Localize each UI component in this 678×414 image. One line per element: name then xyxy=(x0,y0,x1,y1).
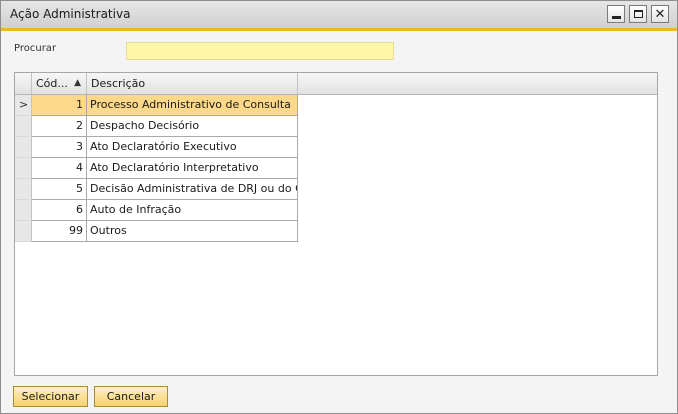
search-input[interactable] xyxy=(126,42,394,60)
results-grid: Cód... ▲ Descrição >1 Processo Administra… xyxy=(14,72,658,376)
window-title: Ação Administrativa xyxy=(10,7,131,21)
search-label: Procurar xyxy=(14,43,57,54)
cell-code[interactable]: 5 xyxy=(32,179,87,200)
cell-code[interactable]: 3 xyxy=(32,137,87,158)
cell-description[interactable]: Ato Declaratório Executivo xyxy=(87,137,298,158)
column-header-description-label: Descrição xyxy=(91,77,146,90)
sort-ascending-icon: ▲ xyxy=(74,78,81,88)
cell-description[interactable]: Auto de Infração xyxy=(87,200,298,221)
row-selector[interactable] xyxy=(15,158,32,179)
minimize-button[interactable] xyxy=(607,5,625,23)
cancel-button[interactable]: Cancelar xyxy=(94,386,168,407)
cell-description[interactable]: Decisão Administrativa de DRJ ou do CARF xyxy=(87,179,298,200)
row-selector[interactable] xyxy=(15,116,32,137)
minimize-icon xyxy=(611,16,621,19)
title-bar[interactable]: Ação Administrativa ✕ xyxy=(1,1,677,31)
close-button[interactable]: ✕ xyxy=(651,5,669,23)
cell-code[interactable]: 99 xyxy=(32,221,87,242)
cell-description[interactable]: Ato Declaratório Interpretativo xyxy=(87,158,298,179)
dialog-window: Ação Administrativa ✕ Procurar Cód... ▲ … xyxy=(0,0,678,414)
row-selector[interactable] xyxy=(15,179,32,200)
grid-header: Cód... ▲ Descrição xyxy=(15,73,657,95)
close-icon: ✕ xyxy=(654,6,666,22)
cell-code[interactable]: 2 xyxy=(32,116,87,137)
column-header-code-label: Cód... xyxy=(36,77,68,90)
maximize-button[interactable] xyxy=(629,5,647,23)
cell-code[interactable]: 4 xyxy=(32,158,87,179)
row-selector[interactable] xyxy=(15,137,32,158)
cell-description[interactable]: Despacho Decisório xyxy=(87,116,298,137)
row-selector[interactable] xyxy=(15,221,32,242)
cell-description[interactable]: Outros xyxy=(87,221,298,242)
cell-description[interactable]: Processo Administrativo de Consulta xyxy=(87,95,298,116)
cell-code[interactable]: 6 xyxy=(32,200,87,221)
select-button[interactable]: Selecionar xyxy=(13,386,88,407)
cell-code[interactable]: 1 xyxy=(32,95,87,116)
row-selector[interactable] xyxy=(15,200,32,221)
header-row-selector[interactable] xyxy=(15,73,32,94)
column-header-description[interactable]: Descrição xyxy=(87,73,298,94)
row-pointer-icon: > xyxy=(19,98,29,111)
maximize-icon xyxy=(633,10,643,18)
column-header-code[interactable]: Cód... ▲ xyxy=(32,73,87,94)
row-selector[interactable]: > xyxy=(15,95,32,116)
header-filler xyxy=(298,73,657,94)
